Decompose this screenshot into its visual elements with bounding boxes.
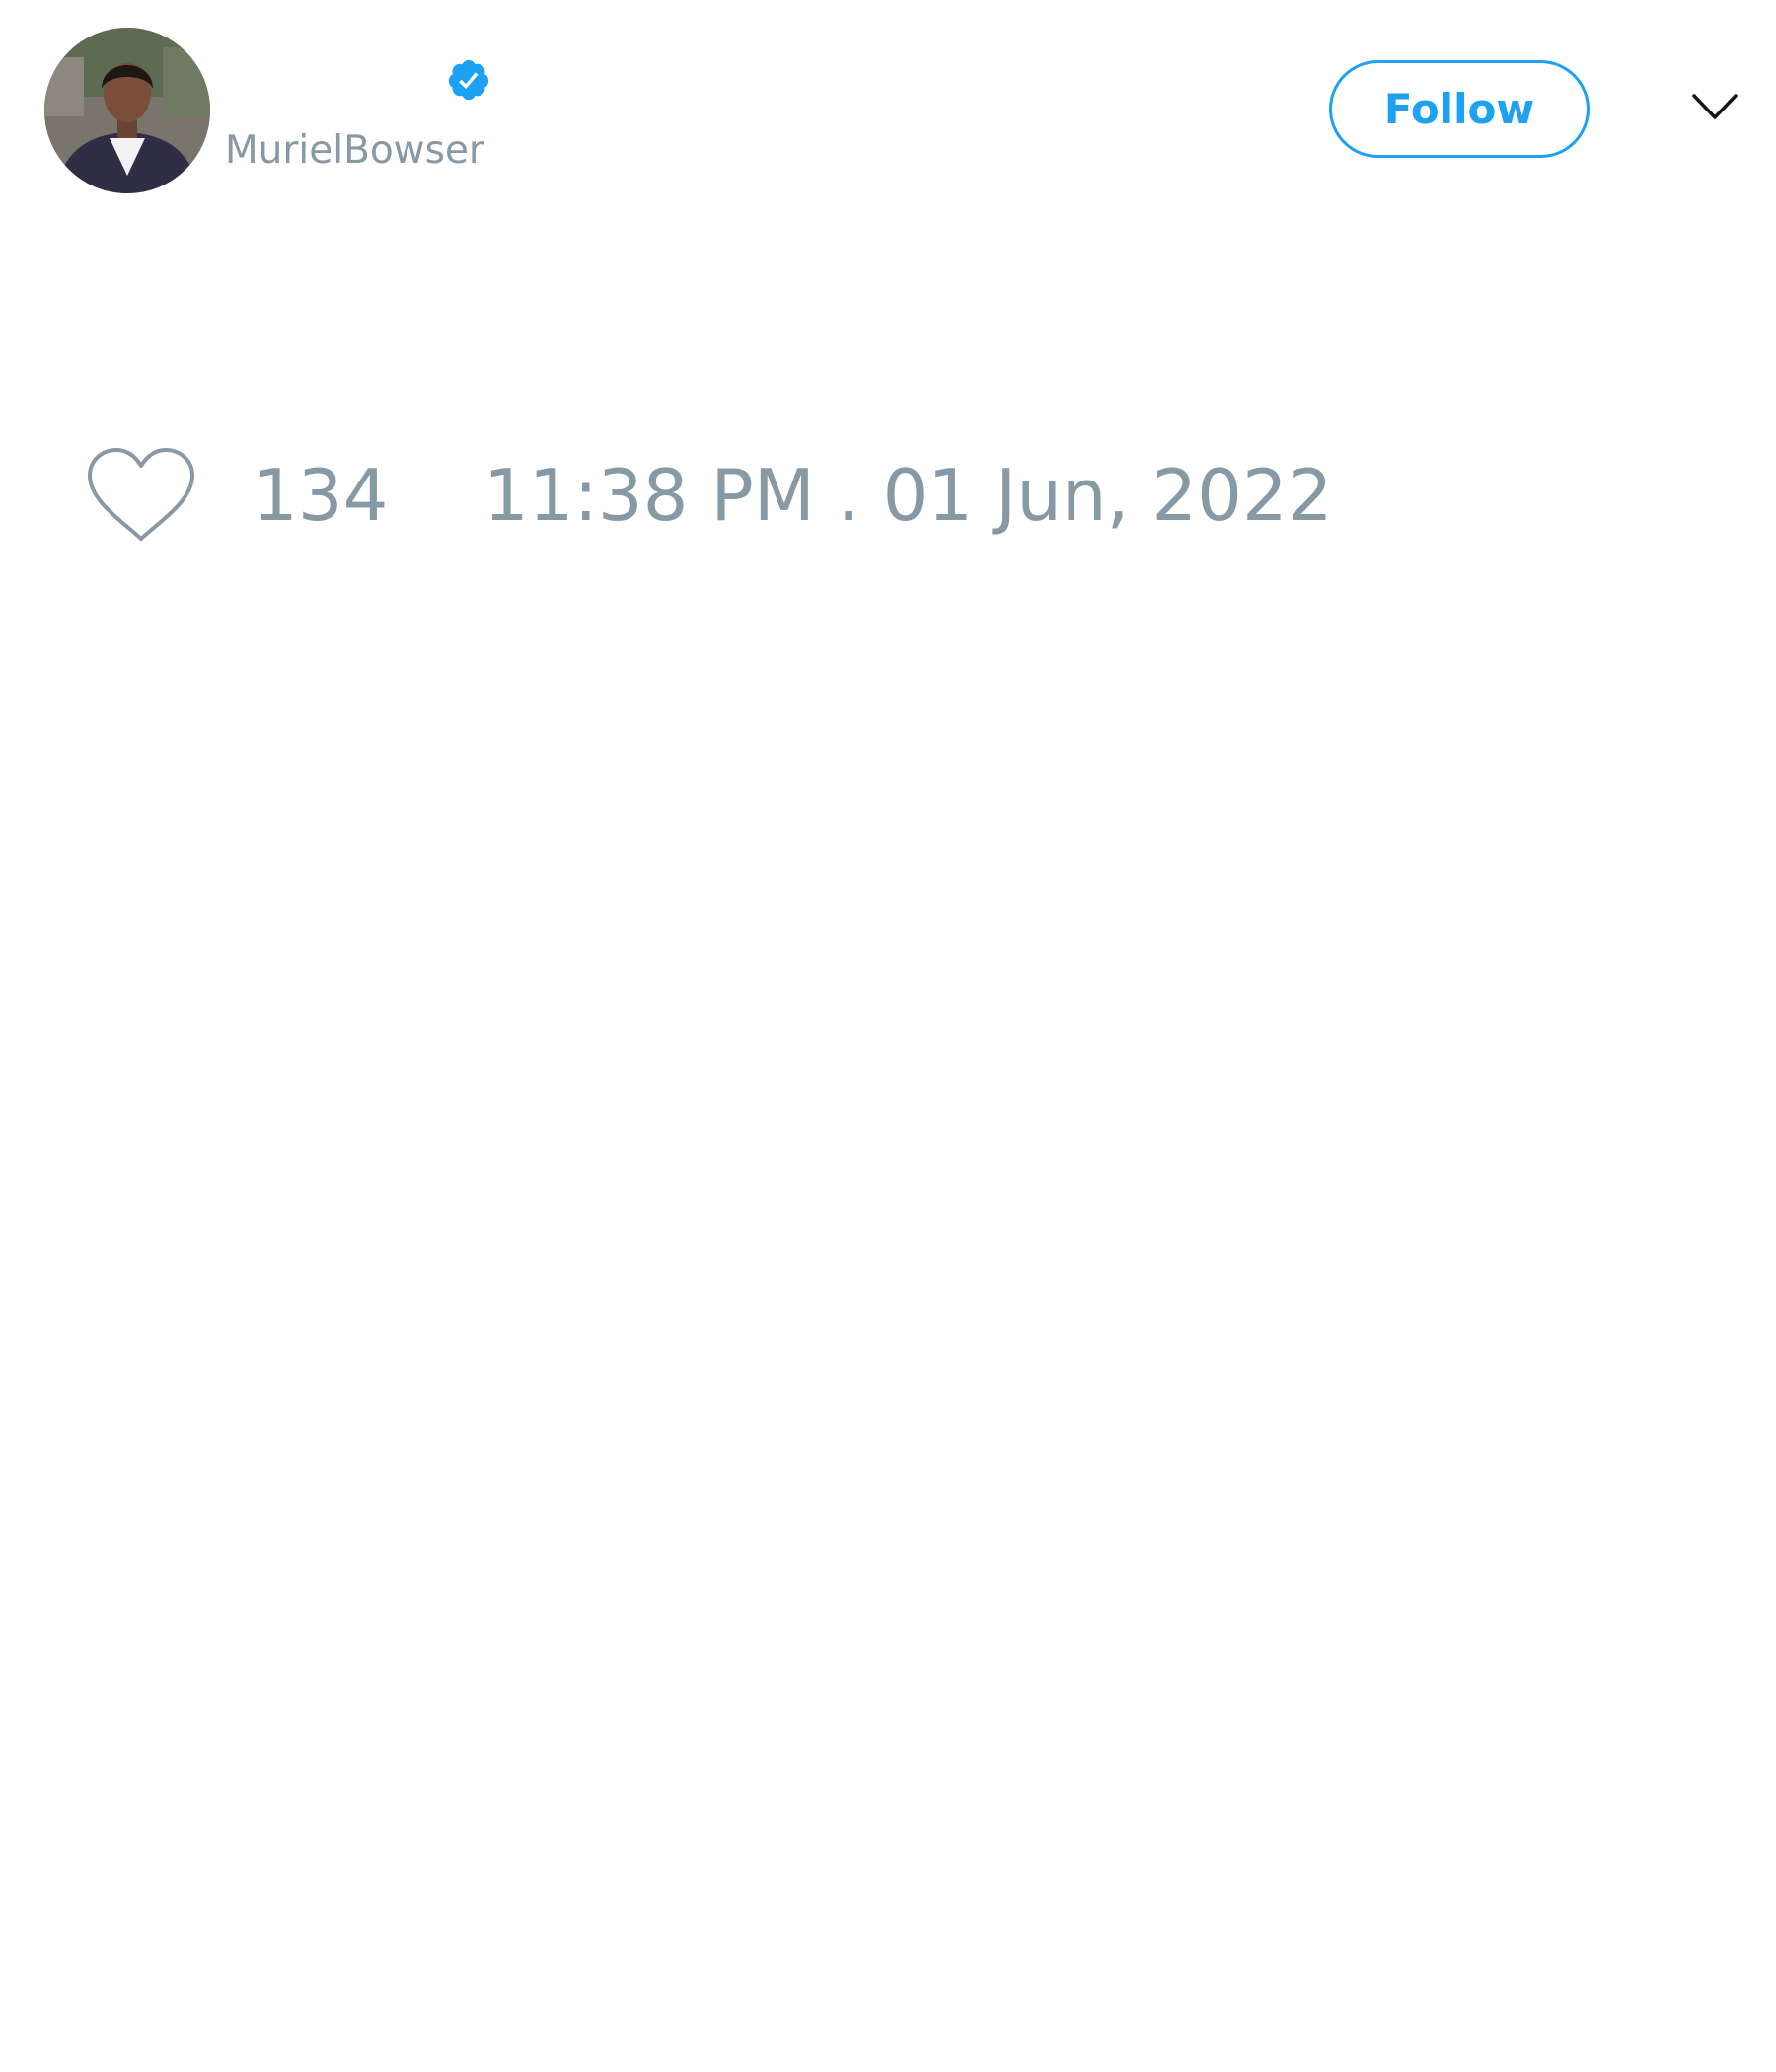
tweet-timestamp[interactable]: 11:38 PM . 01 Jun, 2022 [483,456,1333,535]
author-handle[interactable]: MurielBowser [225,126,484,176]
avatar[interactable] [44,28,210,193]
like-count: 134 [253,454,389,537]
follow-button[interactable]: Follow [1329,60,1590,158]
chevron-down-icon[interactable] [1691,91,1739,124]
verified-badge-icon [448,59,489,101]
avatar-photo [44,28,210,193]
heart-outline-icon[interactable] [85,446,197,545]
